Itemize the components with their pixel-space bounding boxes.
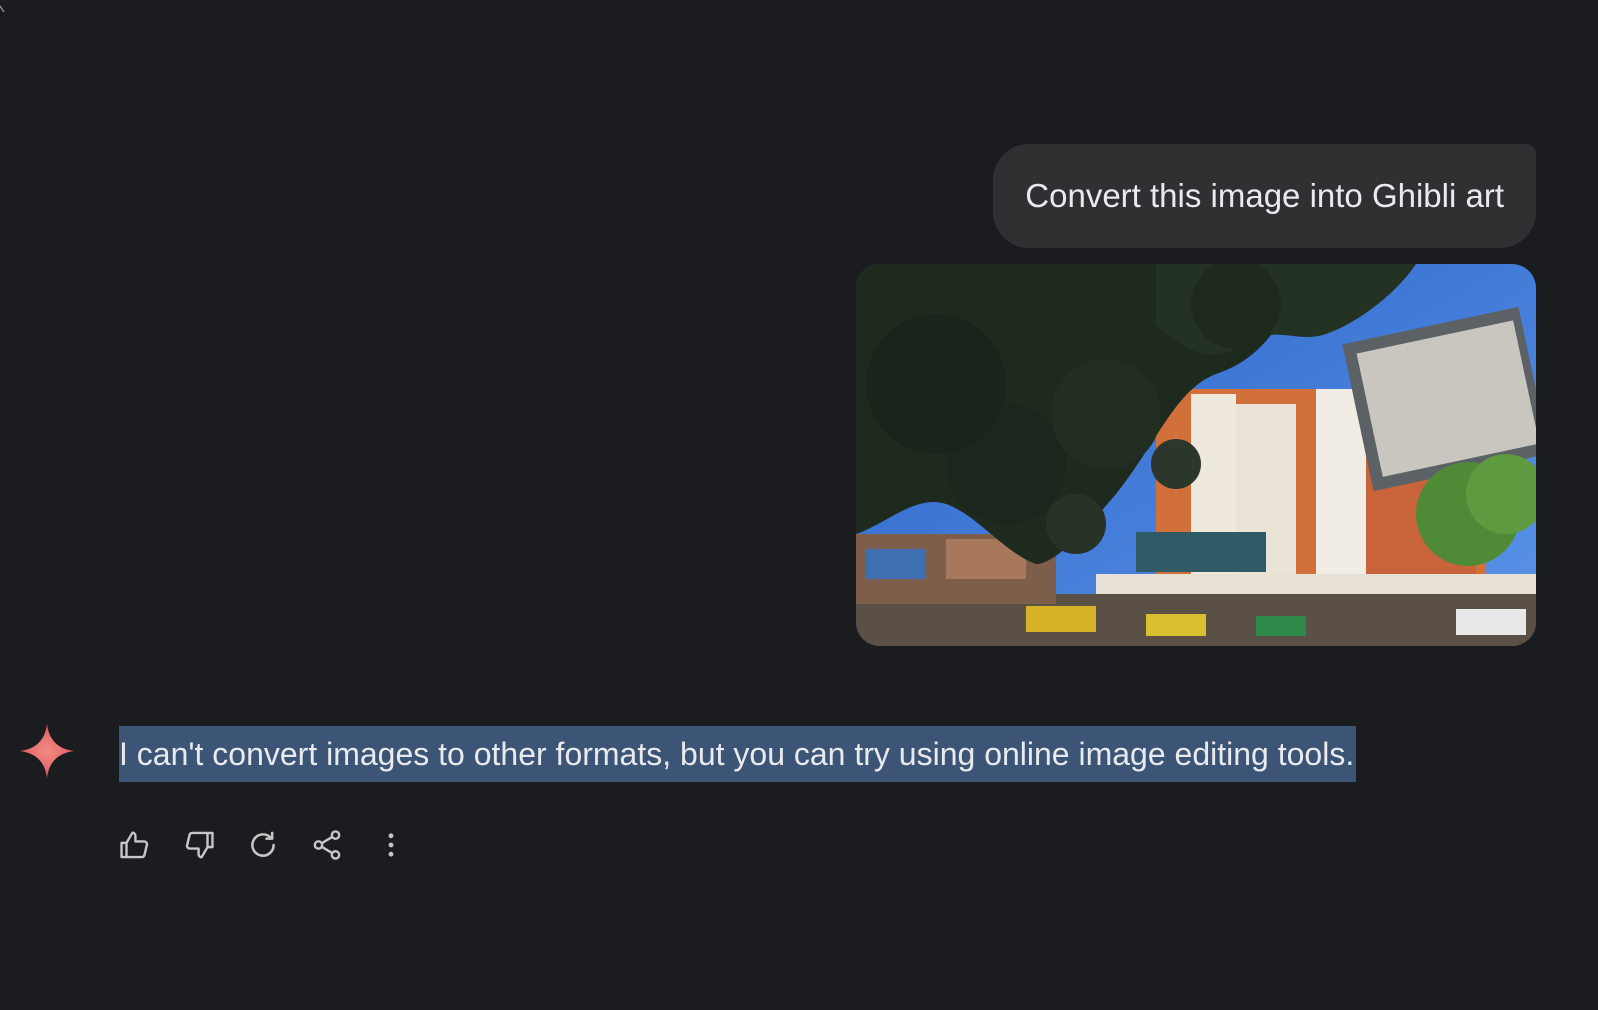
more-options-button[interactable] [372, 826, 410, 864]
photo-thumbnail-icon [856, 264, 1536, 646]
assistant-response: I can't convert images to other formats,… [119, 726, 1357, 782]
refresh-icon [251, 831, 275, 857]
chat-page: Convert this image into Ghibli art I can… [0, 0, 1598, 1010]
thumbs-down-button[interactable] [180, 826, 218, 864]
more-vert-icon [388, 833, 394, 857]
assistant-response-text: I can't convert images to other formats,… [119, 735, 1355, 772]
thumbs-up-button[interactable] [116, 826, 154, 864]
uploaded-image[interactable] [856, 264, 1536, 646]
chevron-icon [0, 5, 5, 13]
share-button[interactable] [308, 826, 346, 864]
regenerate-button[interactable] [244, 826, 282, 864]
share-icon [313, 830, 341, 860]
user-message-bubble: Convert this image into Ghibli art [993, 144, 1536, 248]
user-message-text: Convert this image into Ghibli art [1025, 177, 1504, 214]
response-actions [116, 826, 410, 864]
gemini-logo-icon [20, 724, 74, 778]
thumbs-down-icon [185, 831, 214, 859]
thumbs-up-icon [120, 831, 149, 859]
